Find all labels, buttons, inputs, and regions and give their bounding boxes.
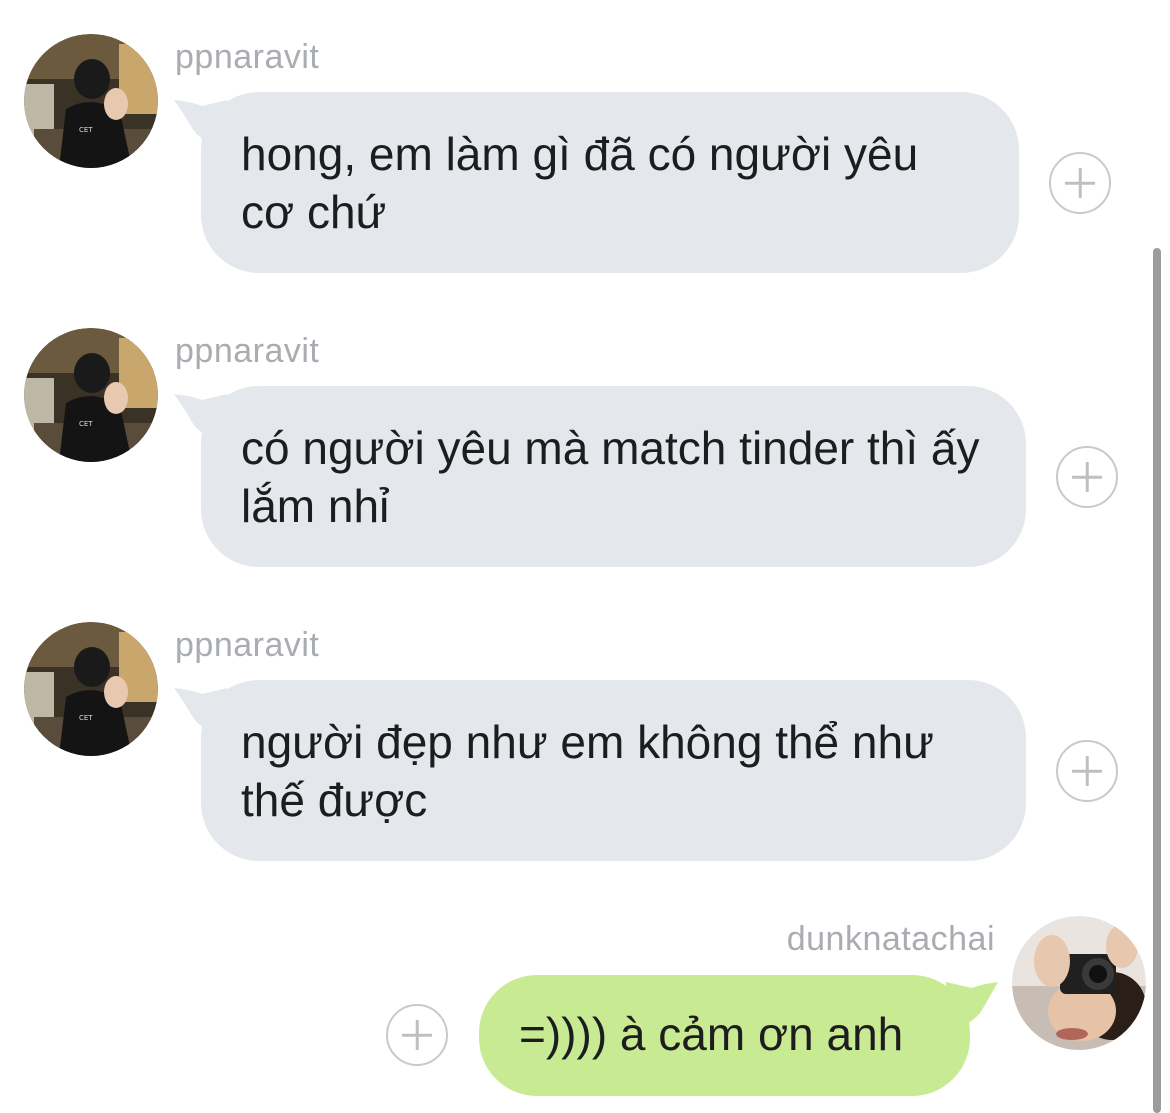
message-bubble[interactable]: có người yêu mà match tinder thì ấy lắm …: [201, 386, 1026, 567]
sender-name: ppnaravit: [175, 626, 320, 664]
chat-thread: CET ppnaravit hong, em làm gì đã có ngườ…: [0, 0, 1170, 1113]
message-bubble[interactable]: hong, em làm gì đã có người yêu cơ chứ: [201, 92, 1019, 273]
svg-text:CET: CET: [79, 420, 93, 428]
sender-name: dunknatachai: [786, 920, 995, 958]
message-text: hong, em làm gì đã có người yêu cơ chứ: [241, 128, 919, 238]
sender-name: ppnaravit: [175, 38, 320, 76]
message-text: có người yêu mà match tinder thì ấy lắm …: [241, 422, 980, 532]
avatar[interactable]: CET: [24, 34, 158, 168]
sender-name: ppnaravit: [175, 332, 320, 370]
message-bubble[interactable]: người đẹp như em không thể như thế được: [201, 680, 1026, 861]
message-bubble[interactable]: =)))) à cảm ơn anh: [479, 975, 970, 1096]
scrollbar[interactable]: [1153, 248, 1161, 1113]
avatar[interactable]: CET: [24, 328, 158, 462]
avatar[interactable]: [1012, 916, 1146, 1050]
plus-circle-icon[interactable]: [1056, 446, 1118, 508]
plus-circle-icon[interactable]: [1056, 740, 1118, 802]
svg-text:CET: CET: [79, 714, 93, 722]
message-text: =)))) à cảm ơn anh: [519, 1008, 904, 1060]
svg-text:CET: CET: [79, 126, 93, 134]
plus-circle-icon[interactable]: [386, 1004, 448, 1066]
message-text: người đẹp như em không thể như thế được: [241, 716, 934, 826]
plus-circle-icon[interactable]: [1049, 152, 1111, 214]
avatar[interactable]: CET: [24, 622, 158, 756]
